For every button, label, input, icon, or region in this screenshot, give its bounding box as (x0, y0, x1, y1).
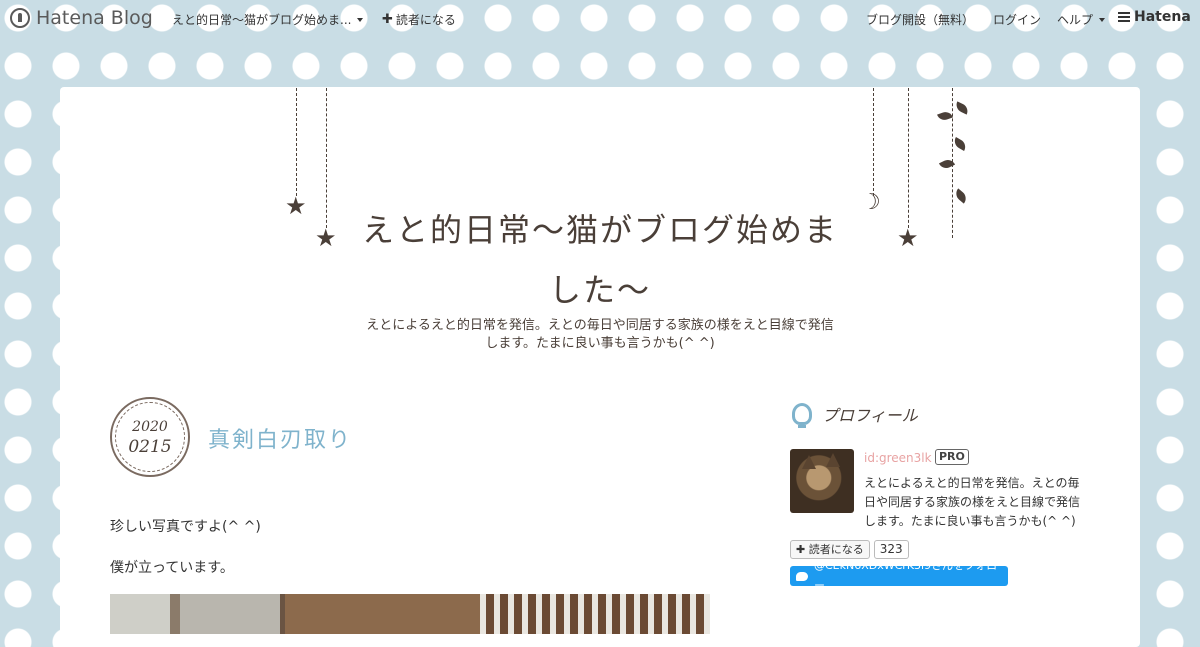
profile-icon (792, 403, 812, 428)
hatena-blog-logo-icon (10, 8, 30, 28)
profile-module-header: プロフィール (792, 402, 918, 428)
plus-icon: ✚ (796, 543, 809, 556)
entry-date-badge[interactable]: 2020 0215 (110, 397, 190, 477)
hanging-string (908, 88, 909, 228)
entry-photo[interactable] (110, 594, 710, 634)
subscribe-link-label: 読者になる (395, 13, 456, 27)
entry-paragraph: 僕が立っています。 (110, 560, 234, 576)
moon-icon: ☽ (861, 190, 881, 215)
profile-user-id-link[interactable]: id:green3lk (864, 451, 932, 465)
hatena-blog-brand[interactable]: Hatena Blog (10, 7, 153, 29)
profile-description: えとによるえと的日常を発信。えとの毎日や同居する家族の様をえと目線で発信します。… (864, 476, 1081, 528)
entry-date-year: 2020 (132, 419, 168, 435)
twitter-follow-label: @CEkN6XDxWCrK3l9さんをフォロー (814, 559, 998, 592)
login-label: ログイン (993, 13, 1042, 27)
hatena-logo-icon (1118, 12, 1130, 22)
pro-badge: PRO (935, 449, 969, 465)
plus-icon: ✚ (382, 12, 393, 27)
hatena-logo-text: Hatena (1134, 9, 1191, 25)
help-label: ヘルプ (1057, 13, 1094, 27)
hanging-string (873, 88, 874, 196)
entry-paragraph: 珍しい写真ですよ(^ ^) (110, 519, 261, 535)
subscribe-link[interactable]: ✚ 読者になる (382, 11, 456, 28)
blog-menu-dropdown[interactable]: えと的日常〜猫がブログ始めま... (172, 11, 364, 28)
star-icon: ★ (315, 224, 337, 252)
hanging-string (296, 88, 297, 196)
caret-down-icon (1099, 17, 1106, 22)
hatena-logo[interactable]: Hatena (1118, 9, 1191, 25)
login-link[interactable]: ログイン (993, 11, 1041, 28)
twitter-follow-button[interactable]: @CEkN6XDxWCrK3l9さんをフォロー (790, 559, 1008, 592)
star-icon: ★ (897, 224, 919, 252)
help-dropdown[interactable]: ヘルプ (1057, 11, 1106, 28)
entry-date-month-day: 0215 (128, 437, 172, 457)
subscribe-button-label: 読者になる (808, 543, 864, 556)
hanging-string (326, 88, 327, 228)
entry-title[interactable]: 真剣白刃取り (208, 422, 352, 454)
star-icon: ★ (285, 192, 307, 220)
blog-menu-label: えと的日常〜猫がブログ始めま... (172, 13, 352, 27)
blog-description: えとによるえと的日常を発信。えとの毎日や同居する家族の様をえと目線で発信します。… (366, 318, 834, 351)
start-blog-link[interactable]: ブログ開設（無料） (866, 11, 974, 28)
start-blog-label: ブログ開設（無料） (866, 13, 975, 27)
blog-title[interactable]: えと的日常〜猫がブログ始めました〜 (360, 200, 840, 320)
avatar[interactable] (790, 449, 854, 513)
profile-heading: プロフィール (822, 406, 918, 425)
cat-ear (802, 455, 816, 469)
twitter-bird-icon (796, 571, 808, 581)
brand-text: Hatena Blog (36, 7, 153, 29)
top-navigation-bar: Hatena Blog えと的日常〜猫がブログ始めま... ✚ 読者になる ブロ… (0, 0, 1200, 36)
photo-fence-slats (480, 594, 710, 634)
cat-ear (826, 453, 840, 467)
caret-down-icon (357, 17, 364, 22)
